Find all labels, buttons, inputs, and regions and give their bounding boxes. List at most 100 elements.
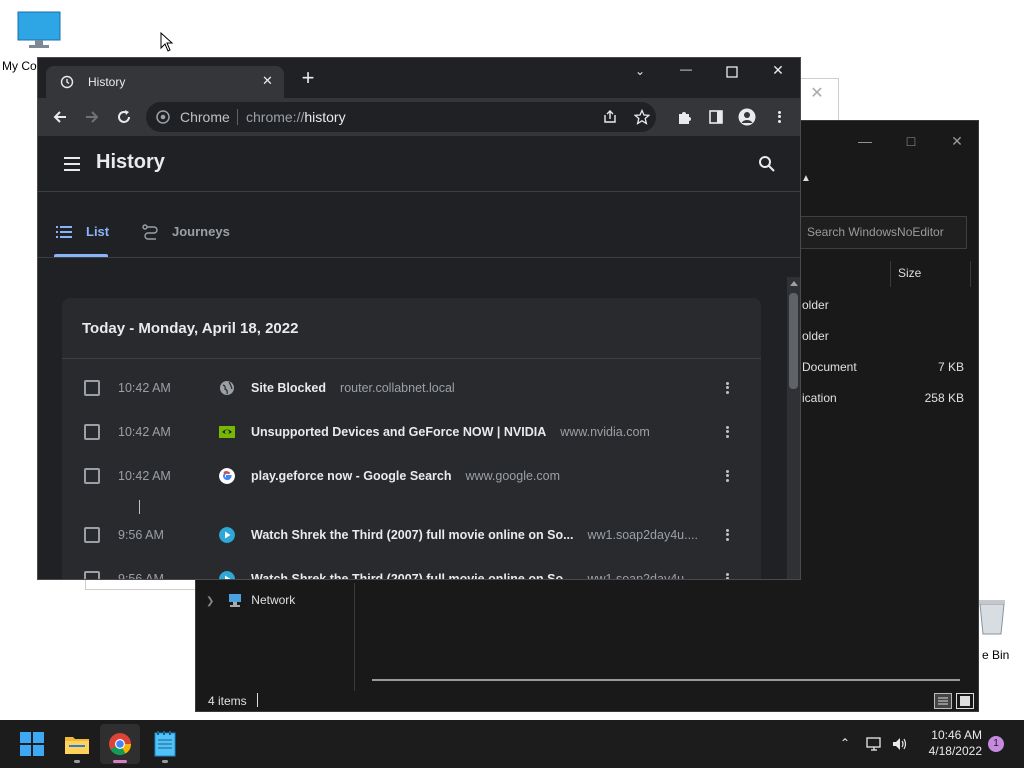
row-menu-kebab-icon[interactable]: [724, 527, 730, 543]
taskbar-file-explorer[interactable]: [57, 724, 97, 764]
tab-list-label: List: [86, 224, 110, 239]
column-divider: [890, 261, 891, 287]
row-menu-kebab-icon[interactable]: [724, 380, 730, 396]
share-icon[interactable]: [602, 109, 618, 125]
chrome-toolbar: Chrome chrome://history: [38, 98, 800, 136]
play-icon: [219, 571, 235, 579]
explorer-search-input[interactable]: Search WindowsNoEditor: [796, 216, 967, 249]
row-menu-kebab-icon[interactable]: [724, 468, 730, 484]
address-bar[interactable]: Chrome chrome://history: [146, 102, 656, 132]
history-row-checkbox[interactable]: [84, 468, 100, 484]
page-scrollbar[interactable]: [787, 277, 800, 579]
row-menu-kebab-icon[interactable]: [724, 571, 730, 579]
back-arrow-icon[interactable]: [52, 109, 68, 125]
column-divider: [970, 261, 971, 287]
mouse-cursor-icon: [160, 32, 174, 52]
tab-history[interactable]: History ✕: [46, 66, 284, 98]
history-row-title: Site Blocked: [251, 381, 327, 395]
explorer-close-button[interactable]: ✕: [934, 127, 980, 155]
scroll-thumb[interactable]: [789, 293, 798, 389]
history-row[interactable]: 10:42 AM Unsupported Devices and GeForce…: [62, 410, 761, 454]
hamburger-menu-icon[interactable]: [64, 157, 80, 171]
folder-icon: [65, 737, 89, 754]
window-maximize-button[interactable]: [714, 62, 750, 84]
history-row-link[interactable]: Watch Shrek the Third (2007) full movie …: [251, 572, 699, 580]
history-row-checkbox[interactable]: [84, 380, 100, 396]
omnibox-url-path: history: [304, 109, 346, 125]
volume-icon[interactable]: [891, 736, 909, 752]
details-view-button[interactable]: [934, 693, 952, 709]
file-row-type[interactable]: ication: [802, 391, 837, 405]
notepad-icon: [154, 731, 176, 757]
network-status-icon[interactable]: [866, 736, 884, 752]
notification-badge[interactable]: 1: [988, 736, 1004, 752]
chrome-menu-kebab-icon[interactable]: [776, 109, 782, 125]
horizontal-scrollbar[interactable]: [372, 679, 960, 681]
list-icon: [56, 226, 72, 238]
journeys-icon: [142, 224, 158, 240]
history-row[interactable]: 10:42 AM play.geforce now - Google Searc…: [62, 454, 761, 498]
show-hidden-icons-chevron-up-icon[interactable]: ⌃: [840, 736, 850, 750]
tiles-view-icon: [960, 696, 970, 706]
chrome-window: History ✕ + ⌄ — ✕ Chrome chrome://histor…: [37, 57, 801, 580]
taskbar-chrome[interactable]: [100, 724, 140, 764]
history-icon: [60, 75, 74, 89]
clock-time: 10:46 AM: [931, 728, 982, 742]
bookmark-star-icon[interactable]: [634, 109, 650, 125]
history-row[interactable]: 10:42 AM Site Blocked router.collabnet.lo…: [62, 366, 761, 410]
history-row-checkbox[interactable]: [84, 527, 100, 543]
chrome-site-icon: [156, 110, 170, 124]
history-row-title: Unsupported Devices and GeForce NOW | NV…: [251, 425, 547, 439]
maximize-icon: [726, 66, 738, 78]
row-menu-kebab-icon[interactable]: [724, 424, 730, 440]
window-close-button[interactable]: ✕: [760, 62, 796, 84]
tab-search-chevron-down-icon[interactable]: ⌄: [630, 64, 650, 84]
reload-icon[interactable]: [116, 109, 132, 125]
text-cursor-icon: [139, 500, 140, 514]
file-row-type[interactable]: Document: [802, 360, 857, 374]
history-row[interactable]: 9:56 AM Watch Shrek the Third (2007) ful…: [62, 557, 761, 580]
windows-logo-icon: [20, 732, 44, 756]
new-tab-button[interactable]: +: [296, 66, 320, 90]
history-row-checkbox[interactable]: [84, 571, 100, 579]
globe-icon: [220, 381, 234, 395]
file-row-type[interactable]: older: [802, 298, 829, 312]
file-row-size: 7 KB: [937, 360, 964, 374]
history-row-link[interactable]: Site Blocked router.collabnet.local: [251, 381, 455, 395]
history-row-domain: ww1.soap2day4u....: [587, 572, 699, 580]
profile-avatar-icon[interactable]: [738, 108, 756, 126]
explorer-maximize-button[interactable]: □: [888, 127, 934, 155]
history-row-link[interactable]: Unsupported Devices and GeForce NOW | NV…: [251, 425, 650, 439]
search-icon[interactable]: [758, 155, 776, 173]
details-view-icon: [938, 697, 948, 705]
clock[interactable]: 10:46 AM 4/18/2022: [916, 728, 982, 758]
history-row-link[interactable]: play.geforce now - Google Search www.goog…: [251, 469, 560, 483]
omnibox-url: chrome://history: [246, 109, 346, 125]
history-row-checkbox[interactable]: [84, 424, 100, 440]
nav-item-network[interactable]: ❯ Network: [206, 591, 295, 609]
history-row-time: 10:42 AM: [118, 469, 171, 483]
tab-active-indicator: [54, 254, 108, 257]
tiles-view-button[interactable]: [956, 693, 974, 709]
history-page-body: List Journeys Today - Monday, April 18, …: [38, 192, 800, 580]
forward-arrow-icon[interactable]: [84, 109, 100, 125]
recycle-bin-icon: [979, 600, 1005, 635]
history-row[interactable]: 9:56 AM Watch Shrek the Third (2007) ful…: [62, 513, 761, 557]
scroll-up-arrow-icon[interactable]: [789, 281, 798, 286]
file-row-type[interactable]: older: [802, 329, 829, 343]
side-panel-icon[interactable]: [708, 109, 724, 125]
window-minimize-button[interactable]: —: [668, 62, 704, 84]
chrome-titlebar: History ✕ + ⌄ — ✕: [38, 58, 800, 98]
tab-close-icon[interactable]: ✕: [262, 73, 273, 89]
dialog-close-button[interactable]: ✕: [804, 83, 830, 105]
taskbar-notepad[interactable]: [145, 724, 185, 764]
tab-journeys[interactable]: Journeys: [142, 192, 238, 258]
explorer-minimize-button[interactable]: —: [842, 127, 888, 155]
history-row-link[interactable]: Watch Shrek the Third (2007) full movie …: [251, 528, 698, 542]
start-button[interactable]: [12, 724, 52, 764]
column-header-size[interactable]: Size: [898, 266, 921, 280]
tab-list[interactable]: List: [54, 192, 110, 258]
extensions-puzzle-icon[interactable]: [676, 109, 692, 125]
omnibox-url-prefix: chrome://: [246, 109, 305, 125]
explorer-up-arrow-icon[interactable]: ▲: [801, 173, 811, 184]
